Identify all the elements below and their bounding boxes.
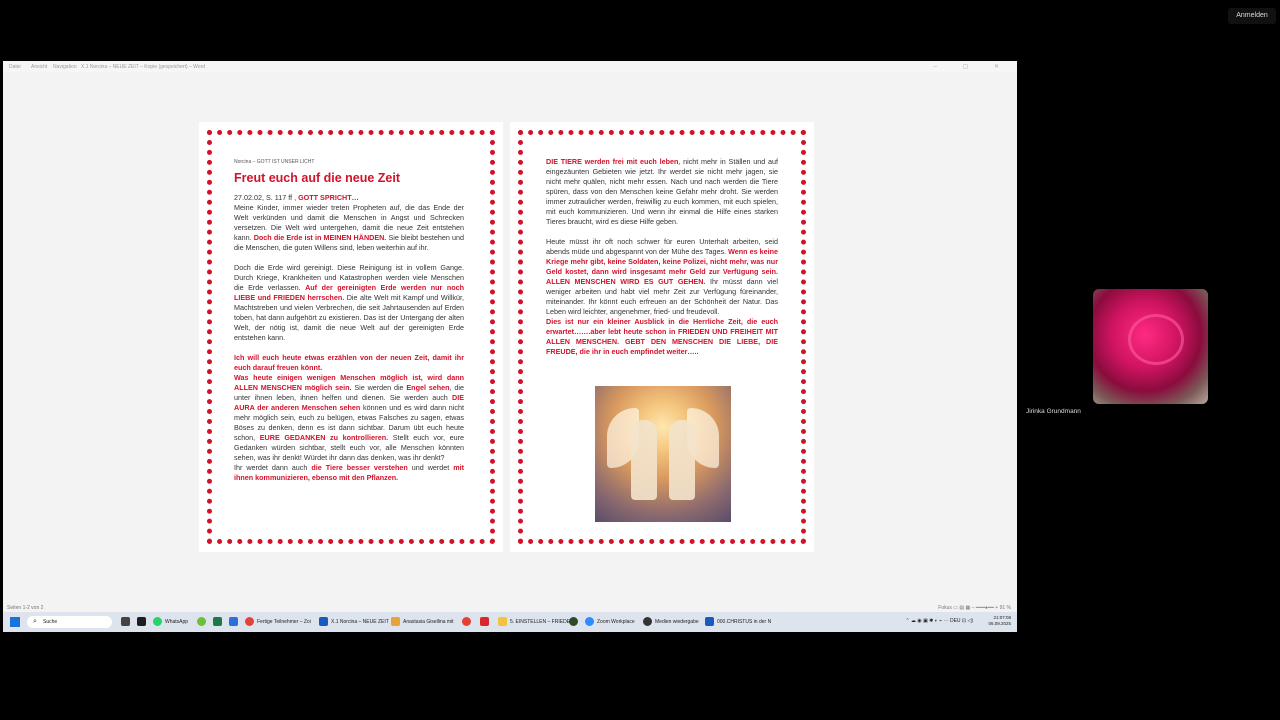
sign-in-button[interactable]: Anmelden [1228, 8, 1276, 24]
window-controls[interactable]: – ▢ ✕ [934, 63, 1011, 70]
play-icon [643, 617, 652, 626]
task-view-icon[interactable] [121, 617, 130, 626]
taskbar-media-player[interactable]: Medien wiedergabe [643, 617, 699, 626]
word-icon [319, 617, 328, 626]
participant-video-rose [1093, 289, 1208, 404]
taskbar-word-doc-2[interactable]: 000.CHRISTUS in der N [705, 617, 771, 626]
excel-icon[interactable] [213, 617, 222, 626]
word-icon [705, 617, 714, 626]
document-page-2: DIE TIERE werden frei mit euch leben, ni… [510, 122, 814, 552]
page-1-text: Norcina – GOTT IST UNSER LICHT Freut euc… [234, 157, 464, 493]
zoom-icon [585, 617, 594, 626]
menu-navigation[interactable]: Navigation [53, 64, 77, 70]
paragraph-5: Heute müsst ihr oft noch schwer für eure… [546, 237, 778, 316]
document-title: X.1 Norcina – NEUE ZEIT – Kopie (gespeic… [81, 64, 206, 70]
app-icon-green[interactable] [197, 617, 206, 626]
windows-start-icon[interactable] [10, 617, 20, 627]
paragraph-6: Dies ist nur ein kleiner Ausblick in die… [546, 317, 778, 356]
header-note: Norcina – GOTT IST UNSER LICHT [234, 159, 315, 165]
menu-file[interactable]: Datei [9, 64, 21, 70]
paragraph-2: Doch die Erde wird gereinigt. Diese Rein… [234, 263, 464, 342]
document-canvas: Norcina – GOTT IST UNSER LICHT Freut euc… [3, 72, 1017, 604]
page-2-text: DIE TIERE werden frei mit euch leben, ni… [546, 157, 778, 367]
page-count: Seiten 1-2 von 2 [7, 605, 44, 611]
search-icon: ⌕ [33, 618, 37, 625]
taskbar-zoom-participants[interactable]: Fertige Teilnehmer – Zoi [245, 617, 311, 626]
menu-view[interactable]: Ansicht [31, 64, 47, 70]
taskbar-whatsapp[interactable]: WhatsApp [153, 617, 188, 626]
angels-image [595, 386, 731, 522]
participant-name: Jirinka Grundmann [1026, 408, 1081, 415]
system-tray[interactable]: ⌃ ☁ ◉ ▣ ✱ ◐ ⌁ ⋯ DEU ⊡ ◁) [905, 618, 973, 624]
taskbar-search[interactable]: ⌕ Suche [27, 616, 112, 628]
paragraph-1: 27.02.02, S. 117 ff , GOTT SPRICHT… Mein… [234, 193, 464, 252]
taskbar-word-doc[interactable]: X.1 Norcina – NEUE ZEIT [319, 617, 389, 626]
app-icon-blue[interactable] [229, 617, 238, 626]
app-icon-dark[interactable] [569, 617, 578, 626]
folder-icon [498, 617, 507, 626]
chrome-icon[interactable] [462, 617, 471, 626]
taskbar-zoom-workplace[interactable]: Zoom Workplace [585, 617, 635, 626]
document-page-1: Norcina – GOTT IST UNSER LICHT Freut euc… [199, 122, 503, 552]
paragraph-4: DIE TIERE werden frei mit euch leben, ni… [546, 157, 778, 226]
taskbar-anastasia[interactable]: Anastasia Gisellina mit [391, 617, 454, 626]
app-icon-red[interactable] [480, 617, 489, 626]
shared-screen: Datei Ansicht Navigation X.1 Norcina – N… [3, 61, 1017, 632]
word-status-bar: Seiten 1-2 von 2 Fokus ▭ ▤ ▦ – ━━━●━━ + … [3, 604, 1017, 612]
zoom-app-icon[interactable] [137, 617, 146, 626]
word-title-bar: Datei Ansicht Navigation X.1 Norcina – N… [3, 61, 1017, 72]
clock[interactable]: 21:07:08 06.09.2025 [988, 615, 1011, 627]
windows-taskbar: ⌕ Suche WhatsApp Fertige Teilnehmer – Zo… [3, 612, 1017, 632]
paragraph-3: Ich will euch heute etwas erzählen von d… [234, 353, 465, 482]
page-title: Freut euch auf die neue Zeit [234, 171, 400, 185]
whatsapp-icon [153, 617, 162, 626]
zoom-controls[interactable]: Fokus ▭ ▤ ▦ – ━━━●━━ + 91 % [938, 605, 1011, 611]
taskbar-explorer[interactable]: 5. EINSTELLEN – FRIEDE [498, 617, 570, 626]
